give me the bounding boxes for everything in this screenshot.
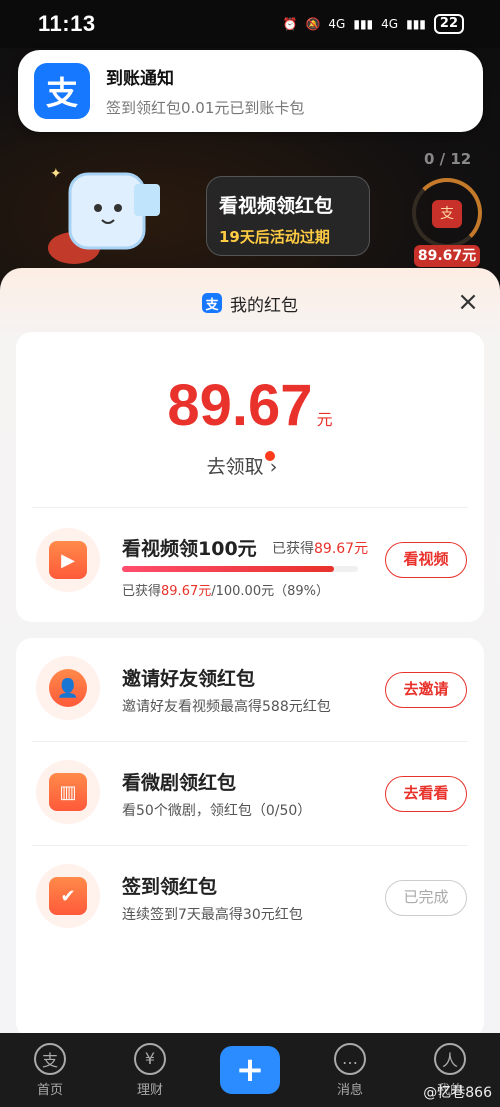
tasks-card: 👤 邀请好友领红包 邀请好友看视频最高得588元红包 去邀请 ▥ 看微剧领红包 … [16, 638, 484, 1038]
mute-icon: 🔕 [305, 17, 321, 31]
drama-task-icon: ▥ [36, 760, 100, 824]
claim-label: 去领取 [206, 456, 264, 478]
nav-label: 首页 [36, 1082, 63, 1098]
video-task-title: 看视频领100元 [122, 538, 257, 560]
status-time: 11:13 [38, 11, 96, 36]
earned-value: 89.67元 [314, 541, 369, 557]
video-task-earned: 已获得89.67元 [272, 538, 368, 558]
nav-finance[interactable]: ¥ 理财 [100, 1042, 200, 1098]
chat-icon: … [334, 1042, 366, 1075]
checkin-task-icon: ✔ [36, 864, 100, 928]
promo-title: 看视频领红包 [219, 195, 334, 217]
alipay-logo-icon: 支 [202, 293, 222, 313]
user-icon: 人 [434, 1042, 466, 1075]
claim-link[interactable]: 去领取 › [16, 451, 484, 479]
task-title: 看微剧领红包 [122, 772, 237, 794]
balance-unit: 元 [316, 410, 333, 429]
task-title: 签到领红包 [122, 876, 218, 898]
balance-value: 89.67 [167, 373, 313, 438]
person-add-icon: 👤 [49, 669, 87, 707]
nav-label: 消息 [336, 1082, 363, 1098]
earned-prefix: 已获得 [272, 541, 314, 557]
watch-drama-button[interactable]: 去看看 [385, 776, 467, 812]
status-icons: ⏰ 🔕 4G ▮▮▮ 4G ▮▮▮ 22 [282, 14, 464, 34]
task-title: 邀请好友领红包 [122, 668, 256, 690]
progress-prefix: 已获得 [122, 584, 162, 599]
notification-banner[interactable]: 支 到账通知 签到领红包0.01元已到账卡包 [18, 50, 483, 132]
promo-amount: 89.67元 [414, 245, 480, 267]
video-progress-text: 已获得89.67元/100.00元（89%） [122, 580, 329, 599]
task-desc: 看50个微剧，领红包（0/50） [122, 803, 312, 819]
promo-bubble[interactable]: 看视频领红包 19天后活动过期 [206, 176, 370, 256]
video-task-icon: ▶ [36, 528, 100, 592]
yuan-icon: ¥ [134, 1042, 166, 1075]
svg-text:✦: ✦ [50, 166, 62, 182]
divider [32, 507, 468, 508]
checkin-done-button[interactable]: 已完成 [385, 880, 467, 916]
video-progress-fill [122, 566, 334, 572]
red-packet-sheet: 支 我的红包 × 89.67 元 去领取 › ▶ 看视频领100元 已获得89.6… [0, 268, 500, 1038]
plus-icon: + [220, 1046, 280, 1094]
home-icon: 支 [34, 1042, 66, 1075]
sheet-header: 支 我的红包 [0, 268, 500, 338]
red-packet-icon: 支 [432, 200, 462, 228]
progress-suffix: /100.00元（89%） [211, 584, 329, 599]
watermark: @忆巷866 [423, 1085, 492, 1101]
promo-counter: 0 / 12 [424, 150, 472, 168]
battery-indicator: 22 [433, 14, 464, 34]
alarm-icon: ⏰ [282, 17, 298, 31]
signal-icon-2: ▮▮▮ [406, 17, 426, 31]
close-icon[interactable]: × [454, 287, 482, 317]
sheet-title: 我的红包 [230, 295, 298, 316]
nav-home[interactable]: 支 首页 [0, 1042, 100, 1098]
promo-subtitle: 19天后活动过期 [219, 228, 330, 246]
watch-video-button[interactable]: 看视频 [385, 542, 467, 578]
task-desc: 邀请好友看视频最高得588元红包 [122, 699, 331, 715]
video-progress-bar [122, 566, 358, 572]
play-icon: ▶ [49, 541, 87, 579]
nav-messages[interactable]: … 消息 [300, 1042, 400, 1098]
divider [32, 741, 468, 742]
notification-title: 到账通知 [106, 69, 174, 89]
calendar-check-icon: ✔ [49, 877, 87, 915]
invite-button[interactable]: 去邀请 [385, 672, 467, 708]
alipay-app-icon: 支 [34, 63, 90, 119]
balance-amount: 89.67 元 [16, 372, 484, 439]
nav-add[interactable]: + [200, 1046, 300, 1094]
invite-task-icon: 👤 [36, 656, 100, 720]
progress-value: 89.67元 [161, 584, 212, 599]
network-label-2: 4G [381, 17, 399, 31]
balance-card: 89.67 元 去领取 › ▶ 看视频领100元 已获得89.67元 已获得89.… [16, 332, 484, 622]
nav-label: 理财 [136, 1082, 163, 1098]
mascot-illustration: ✦ [48, 166, 160, 264]
task-desc: 连续签到7天最高得30元红包 [122, 907, 303, 923]
notification-body: 签到领红包0.01元已到账卡包 [106, 99, 305, 117]
notification-text: 到账通知 签到领红包0.01元已到账卡包 [106, 64, 304, 118]
divider [32, 845, 468, 846]
tv-icon: ▥ [49, 773, 87, 811]
signal-icon: ▮▮▮ [353, 17, 374, 31]
network-label-1: 4G [328, 17, 346, 31]
status-bar: 11:13 ⏰ 🔕 4G ▮▮▮ 4G ▮▮▮ 22 [0, 0, 500, 48]
